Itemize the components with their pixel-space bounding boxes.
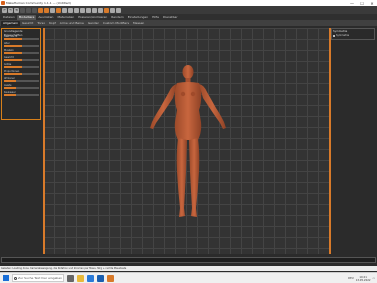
pose-icon[interactable] xyxy=(62,7,67,13)
progress-bar xyxy=(1,257,376,263)
slider-muskeln[interactable]: Muskeln xyxy=(4,49,39,54)
slider-fill xyxy=(4,38,22,40)
background-icon[interactable] xyxy=(50,7,55,13)
save-icon[interactable] xyxy=(20,7,25,13)
windows-start-icon[interactable] xyxy=(2,274,10,282)
human-model[interactable] xyxy=(146,62,230,220)
slider-track[interactable] xyxy=(4,87,39,89)
slider-kaukasier[interactable]: Kaukasier xyxy=(4,91,39,96)
reset-camera-icon[interactable] xyxy=(104,7,109,13)
slider-alter[interactable]: Alter xyxy=(4,42,39,47)
panel-title: Grundlegende Eigenschaften xyxy=(4,30,23,37)
bottom-view-icon[interactable] xyxy=(98,7,103,13)
right-view-icon[interactable] xyxy=(86,7,91,13)
symmetry-panel: Symmetrie Symmetrie xyxy=(331,28,375,40)
makehuman-icon[interactable] xyxy=(107,274,114,282)
symmetry-icon[interactable] xyxy=(116,7,121,13)
app-logo-icon xyxy=(1,1,5,5)
tab-gender[interactable]: Gender xyxy=(86,21,101,26)
load-icon[interactable] xyxy=(26,7,31,13)
slider-groesse[interactable]: Größe xyxy=(4,63,39,68)
slider-fill xyxy=(4,59,22,61)
language-indicator[interactable]: DEU xyxy=(348,277,354,280)
tab-gesicht[interactable]: Gesicht xyxy=(20,21,35,26)
browser-icon[interactable] xyxy=(87,274,94,282)
tab-messen[interactable]: Messen xyxy=(131,21,146,26)
export-icon[interactable] xyxy=(32,7,37,13)
taskbar-search[interactable]: Zur Suche Text hier eingeben xyxy=(12,274,64,282)
slider-proportionen[interactable]: Proportionen xyxy=(4,70,39,75)
symmetry-checkbox[interactable]: Symmetrie xyxy=(333,34,373,37)
clock[interactable]: 10:21 13.05.2022 xyxy=(356,276,371,282)
sub-tab-bar: Allgemein Gesicht Torso Kopf Arme und Be… xyxy=(0,20,377,26)
front-view-icon[interactable] xyxy=(68,7,73,13)
symmetry-label: Symmetrie xyxy=(336,34,350,37)
mail-icon[interactable] xyxy=(97,274,104,282)
slider-asiate[interactable]: Asiate xyxy=(4,84,39,89)
slider-fill xyxy=(4,45,22,47)
search-icon xyxy=(14,276,17,280)
slider-track[interactable] xyxy=(4,94,39,96)
slider-track[interactable] xyxy=(4,80,39,82)
left-view-icon[interactable] xyxy=(80,7,85,13)
search-placeholder: Zur Suche Text hier eingeben xyxy=(18,276,63,280)
window-title: MakeHuman Community 1.1.1 — (Untitled) xyxy=(6,1,71,5)
macro-sliders-panel: Grundlegende Eigenschaften Geschlecht Al… xyxy=(1,28,41,120)
task-view-icon[interactable] xyxy=(67,274,74,282)
app-window: MakeHuman Community 1.1.1 — (Untitled) —… xyxy=(0,0,377,283)
reset-icon[interactable]: ⟲ xyxy=(14,7,19,13)
slider-fill xyxy=(4,66,22,68)
slider-gewicht[interactable]: Gewicht xyxy=(4,56,39,61)
notification-icon[interactable]: ▭ xyxy=(373,277,375,280)
tab-torso[interactable]: Torso xyxy=(35,21,47,26)
date: 13.05.2022 xyxy=(355,278,371,282)
tab-allgemein[interactable]: Allgemein xyxy=(1,21,20,26)
main-toolbar: ↶ ↷ ⟲ xyxy=(0,6,377,14)
tab-kopf[interactable]: Kopf xyxy=(47,21,58,26)
slider-track[interactable] xyxy=(4,73,39,75)
slider-afrikaner[interactable]: Afrikaner xyxy=(4,77,39,82)
system-tray: DEU 10:21 13.05.2022 ▭ xyxy=(348,273,375,283)
tab-arme-und-beine[interactable]: Arme und Beine xyxy=(58,21,86,26)
slider-fill xyxy=(4,52,22,54)
checkbox-icon[interactable] xyxy=(333,34,335,37)
top-view-icon[interactable] xyxy=(92,7,97,13)
grid-icon[interactable] xyxy=(110,7,115,13)
slider-fill xyxy=(4,94,16,96)
slider-fill xyxy=(4,87,16,89)
slider-track[interactable] xyxy=(4,52,39,54)
viewport-left-edge xyxy=(43,28,45,254)
redo-icon[interactable]: ↷ xyxy=(8,7,13,13)
slider-track[interactable] xyxy=(4,59,39,61)
slider-track[interactable] xyxy=(4,45,39,47)
slider-fill xyxy=(4,80,16,82)
back-view-icon[interactable] xyxy=(74,7,79,13)
wireframe-icon[interactable] xyxy=(44,7,49,13)
slider-track[interactable] xyxy=(4,66,39,68)
smooth-icon[interactable] xyxy=(38,7,43,13)
slider-fill xyxy=(4,73,22,75)
windows-taskbar: Zur Suche Text hier eingeben DEU 10:21 1… xyxy=(0,272,377,283)
slider-track[interactable] xyxy=(4,38,39,40)
file-explorer-icon[interactable] xyxy=(77,274,84,282)
skin-icon[interactable] xyxy=(56,7,61,13)
status-bar: Geladen: Loading done. Kamerabewegung, d… xyxy=(0,266,377,271)
undo-icon[interactable]: ↶ xyxy=(2,7,7,13)
tab-custom-modifiers[interactable]: Custom Modifiers xyxy=(101,21,131,26)
viewport-right-edge xyxy=(329,28,331,254)
